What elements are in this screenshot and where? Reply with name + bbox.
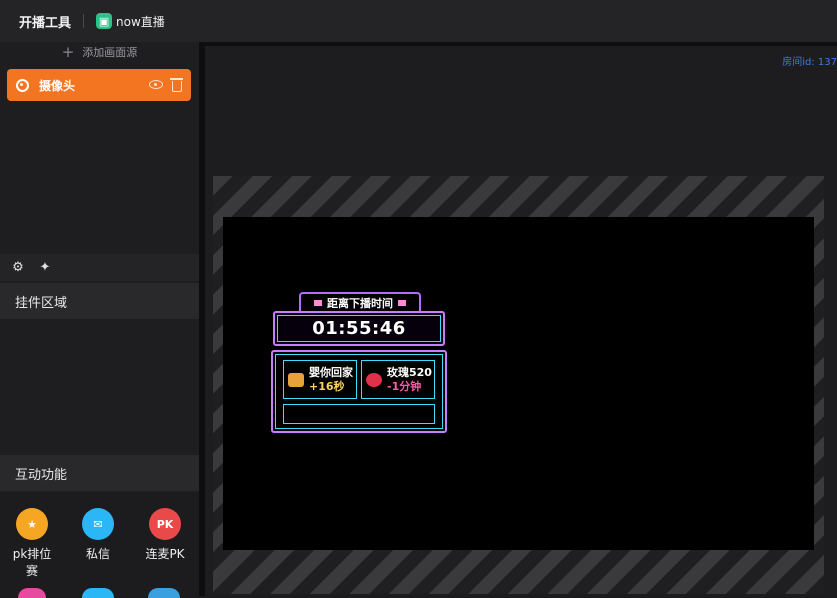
mail-icon: ✉: [82, 508, 114, 540]
trash-icon[interactable]: [170, 78, 183, 92]
flag-icon: [314, 300, 322, 306]
app-title: 开播工具: [19, 15, 72, 31]
divider: [83, 14, 85, 28]
feature-pk-rank[interactable]: ★ pk排位赛: [10, 508, 54, 580]
widget-tab: 距离下播时间: [299, 292, 421, 312]
gift-value: +16秒: [309, 379, 345, 393]
add-source-label: 添加画面源: [82, 46, 138, 59]
widget-body: 婴你回家 +16秒 玫瑰520 -1分钟: [271, 350, 447, 433]
feature-icon-partial[interactable]: [82, 588, 114, 598]
flag-icon: [398, 300, 406, 306]
gift-value: -1分钟: [387, 379, 422, 393]
chat-icon[interactable]: ✦: [38, 260, 52, 275]
widget-empty-slot: [283, 404, 435, 424]
feature-icon-partial[interactable]: [18, 588, 46, 598]
countdown-widget[interactable]: 距离下播时间 01:55:46 婴你回家 +16秒 玫瑰520 -1分钟: [271, 292, 449, 435]
pk-icon: PK: [149, 508, 181, 540]
top-bar: 开播工具 ▣ now直播: [0, 0, 837, 42]
source-label: 摄像头: [39, 78, 76, 93]
feature-label: pk排位赛: [12, 547, 52, 578]
gift-icon: [288, 372, 304, 387]
widget-area-header[interactable]: 挂件区域: [0, 283, 199, 319]
widget-tab-title: 距离下播时间: [327, 297, 393, 310]
gift-cell: 婴你回家 +16秒: [283, 360, 357, 399]
feature-message[interactable]: ✉ 私信: [74, 508, 122, 563]
trophy-icon: ★: [16, 508, 48, 540]
source-item-camera[interactable]: 摄像头: [7, 69, 191, 101]
rose-icon: [366, 372, 382, 387]
settings-icon[interactable]: ⚙: [11, 260, 25, 275]
feature-label: 连麦PK: [145, 547, 185, 561]
sidebar: + 添加画面源 摄像头 ⚙ ✦ 挂件区域 互动功能 ★ pk排位赛 ✉ 私信 P…: [0, 42, 199, 598]
live-canvas[interactable]: 距离下播时间 01:55:46 婴你回家 +16秒 玫瑰520 -1分钟: [223, 217, 814, 550]
canvas-frame: 房间id: 137 距离下播时间 01:55:46 婴你回家 +16秒 玫瑰52…: [205, 46, 837, 596]
room-id: 房间id: 137: [782, 57, 837, 68]
plus-icon: +: [61, 43, 75, 61]
feature-grid: ★ pk排位赛 ✉ 私信 PK 连麦PK: [0, 492, 199, 598]
brand-name: now直播: [116, 14, 165, 29]
gift-title: 玫瑰520: [387, 365, 432, 379]
now-logo-icon: ▣: [96, 13, 113, 29]
feature-label: 私信: [85, 547, 110, 561]
interact-header[interactable]: 互动功能: [0, 455, 199, 491]
tool-row: ⚙ ✦: [0, 254, 199, 281]
camera-icon: [16, 78, 29, 92]
countdown-timer: 01:55:46: [273, 311, 445, 346]
gift-cell: 玫瑰520 -1分钟: [361, 360, 435, 399]
preview-area: 房间id: 137 距离下播时间 01:55:46 婴你回家 +16秒 玫瑰52…: [199, 42, 837, 596]
add-source-button[interactable]: + 添加画面源: [0, 42, 199, 62]
feature-link-pk[interactable]: PK 连麦PK: [140, 508, 190, 563]
gift-title: 婴你回家: [309, 365, 353, 379]
safe-area-stripes: 距离下播时间 01:55:46 婴你回家 +16秒 玫瑰520 -1分钟: [213, 176, 824, 594]
eye-icon[interactable]: [149, 80, 163, 89]
feature-icon-partial[interactable]: [148, 588, 180, 598]
